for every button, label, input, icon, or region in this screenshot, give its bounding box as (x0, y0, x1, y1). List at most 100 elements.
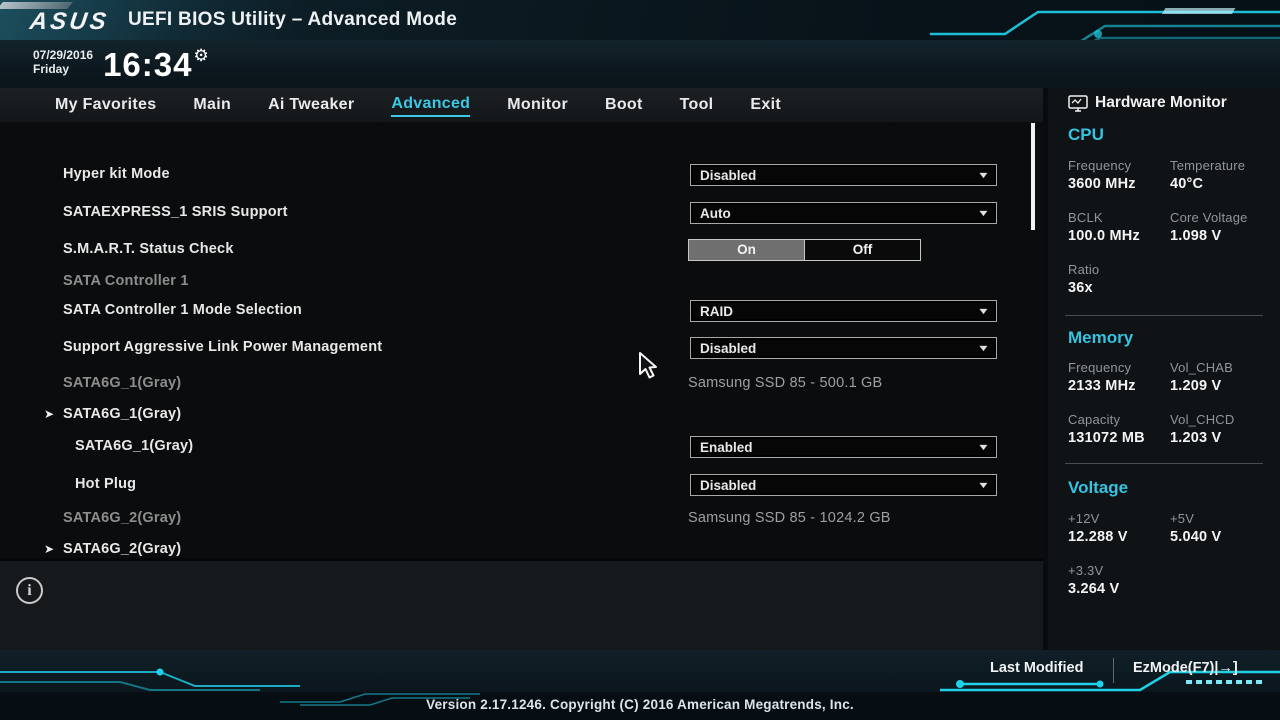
datetime: 07/29/2016 Friday 16:34⚙ (33, 48, 210, 82)
clock-display: 16:34⚙ (103, 48, 210, 82)
setting-label: Support Aggressive Link Power Management (63, 339, 382, 355)
stat-value: 5.040 V (1170, 529, 1270, 545)
scrollbar-thumb[interactable] (1031, 123, 1035, 230)
tab-ai-tweaker[interactable]: Ai Tweaker (268, 96, 354, 116)
voltage-3-3v-stat: +3.3V 3.264 V (1068, 563, 1168, 597)
hardware-monitor-icon (1068, 95, 1088, 112)
chevron-down-icon: ▼ (977, 306, 990, 316)
day-text: Friday (33, 62, 93, 76)
voltage-12v-stat: +12V 12.288 V (1068, 511, 1168, 545)
dropdown-value: Enabled (700, 440, 979, 455)
dropdown-value: Disabled (700, 168, 979, 183)
submenu-arrow-icon: ➤ (44, 407, 54, 421)
date-display: 07/29/2016 Friday (33, 48, 93, 76)
stat-label: Vol_CHAB (1170, 360, 1270, 375)
setting-row-sata6g-1-enable: SATA6G_1(Gray) Enabled ▼ (0, 436, 1043, 460)
stat-value: 100.0 MHz (1068, 228, 1168, 244)
setting-row-hot-plug: Hot Plug Disabled ▼ (0, 474, 1043, 498)
stat-label: +3.3V (1068, 563, 1168, 578)
tab-boot[interactable]: Boot (605, 96, 643, 116)
section-label: SATA Controller 1 (63, 273, 189, 289)
section-divider (1065, 315, 1263, 316)
stat-value: 1.209 V (1170, 378, 1270, 394)
tab-monitor[interactable]: Monitor (507, 96, 568, 116)
footer-bar: Last Modified EzMode(F7)|→] (0, 650, 1280, 692)
asus-logo: ASUS (28, 8, 111, 36)
smart-status-toggle[interactable]: On Off (688, 239, 921, 261)
stat-label: BCLK (1068, 210, 1168, 225)
cpu-section-title: CPU (1068, 125, 1104, 145)
setting-row-smart-status: S.M.A.R.T. Status Check On Off (0, 239, 1043, 263)
chevron-down-icon: ▼ (977, 343, 990, 353)
submenu-row-sata6g-1[interactable]: ➤ SATA6G_1(Gray) (0, 404, 1043, 428)
sris-support-dropdown[interactable]: Auto ▼ (690, 202, 997, 224)
info-row-sata6g-2: SATA6G_2(Gray) Samsung SSD 85 - 1024.2 G… (0, 508, 1043, 532)
section-divider (1065, 463, 1263, 464)
stat-value: 3.264 V (1068, 581, 1168, 597)
chevron-down-icon: ▼ (977, 442, 990, 452)
last-modified-button[interactable]: Last Modified (990, 660, 1083, 676)
dropdown-value: RAID (700, 304, 979, 319)
memory-section-title: Memory (1068, 328, 1133, 348)
tab-advanced[interactable]: Advanced (391, 95, 470, 117)
help-panel: i (0, 558, 1043, 650)
info-icon: i (16, 577, 43, 604)
submenu-label: SATA6G_2(Gray) (63, 541, 181, 557)
dropdown-value: Auto (700, 206, 979, 221)
time-settings-gear-icon[interactable]: ⚙ (193, 48, 209, 64)
tab-tool[interactable]: Tool (680, 96, 714, 116)
cpu-bclk-stat: BCLK 100.0 MHz (1068, 210, 1168, 244)
submenu-label: SATA6G_1(Gray) (63, 406, 181, 422)
setting-label: SATA6G_1(Gray) (75, 438, 193, 454)
hardware-monitor-title: Hardware Monitor (1095, 94, 1227, 112)
stat-value: 12.288 V (1068, 529, 1168, 545)
circuit-decoration (0, 666, 300, 692)
tab-exit[interactable]: Exit (750, 96, 781, 116)
time-text: 16:34 (103, 46, 192, 83)
setting-label: Hot Plug (75, 476, 136, 492)
stat-label: Frequency (1068, 158, 1168, 173)
link-power-mgmt-dropdown[interactable]: Disabled ▼ (690, 337, 997, 359)
tab-my-favorites[interactable]: My Favorites (55, 96, 156, 116)
hot-plug-dropdown[interactable]: Disabled ▼ (690, 474, 997, 496)
chevron-down-icon: ▼ (977, 480, 990, 490)
info-row-sata6g-1: SATA6G_1(Gray) Samsung SSD 85 - 500.1 GB (0, 373, 1043, 397)
date-text: 07/29/2016 (33, 48, 93, 62)
toggle-on-option[interactable]: On (689, 240, 805, 260)
setting-row-hyper-kit-mode: Hyper kit Mode Disabled ▼ (0, 164, 1043, 188)
dropdown-value: Disabled (700, 478, 979, 493)
memory-vol-chcd-stat: Vol_CHCD 1.203 V (1170, 412, 1270, 446)
device-value: Samsung SSD 85 - 500.1 GB (688, 375, 882, 391)
stat-label: +5V (1170, 511, 1270, 526)
hyper-kit-mode-dropdown[interactable]: Disabled ▼ (690, 164, 997, 186)
stat-value: 2133 MHz (1068, 378, 1168, 394)
ezmode-label: EzMode(F7) (1133, 660, 1214, 676)
stat-value: 131072 MB (1068, 430, 1168, 446)
cpu-temperature-stat: Temperature 40°C (1170, 158, 1270, 192)
submenu-row-sata6g-2[interactable]: ➤ SATA6G_2(Gray) (0, 539, 1043, 558)
stat-value: 3600 MHz (1068, 176, 1168, 192)
ezmode-button[interactable]: EzMode(F7)|→] (1133, 660, 1238, 676)
sata6g-1-enable-dropdown[interactable]: Enabled ▼ (690, 436, 997, 458)
version-bar: Version 2.17.1246. Copyright (C) 2016 Am… (0, 692, 1280, 720)
toolbar: 07/29/2016 Friday 16:34⚙ English MyFavor… (0, 40, 1280, 88)
stat-label: Ratio (1068, 262, 1168, 277)
hardware-monitor-header: Hardware Monitor (1068, 94, 1227, 112)
bios-screen: ASUS UEFI BIOS Utility – Advanced Mode (0, 0, 1280, 720)
ezmode-exit-icon: |→] (1214, 660, 1237, 676)
mode-selection-dropdown[interactable]: RAID ▼ (690, 300, 997, 322)
version-text: Version 2.17.1246. Copyright (C) 2016 Am… (0, 697, 1280, 712)
stat-label: Frequency (1068, 360, 1168, 375)
setting-row-sris-support: SATAEXPRESS_1 SRIS Support Auto ▼ (0, 202, 1043, 226)
toggle-off-option[interactable]: Off (805, 240, 920, 260)
stat-label: +12V (1068, 511, 1168, 526)
section-row-sata-controller-1: SATA Controller 1 (0, 271, 1043, 295)
settings-panel: Hyper kit Mode Disabled ▼ SATAEXPRESS_1 … (0, 122, 1043, 558)
submenu-arrow-icon: ➤ (44, 542, 54, 556)
device-value: Samsung SSD 85 - 1024.2 GB (688, 510, 891, 526)
footer-divider (1113, 658, 1114, 683)
setting-row-mode-selection: SATA Controller 1 Mode Selection RAID ▼ (0, 300, 1043, 324)
stat-label: Vol_CHCD (1170, 412, 1270, 427)
title-bar: ASUS UEFI BIOS Utility – Advanced Mode (0, 0, 1280, 40)
tab-main[interactable]: Main (193, 96, 231, 116)
